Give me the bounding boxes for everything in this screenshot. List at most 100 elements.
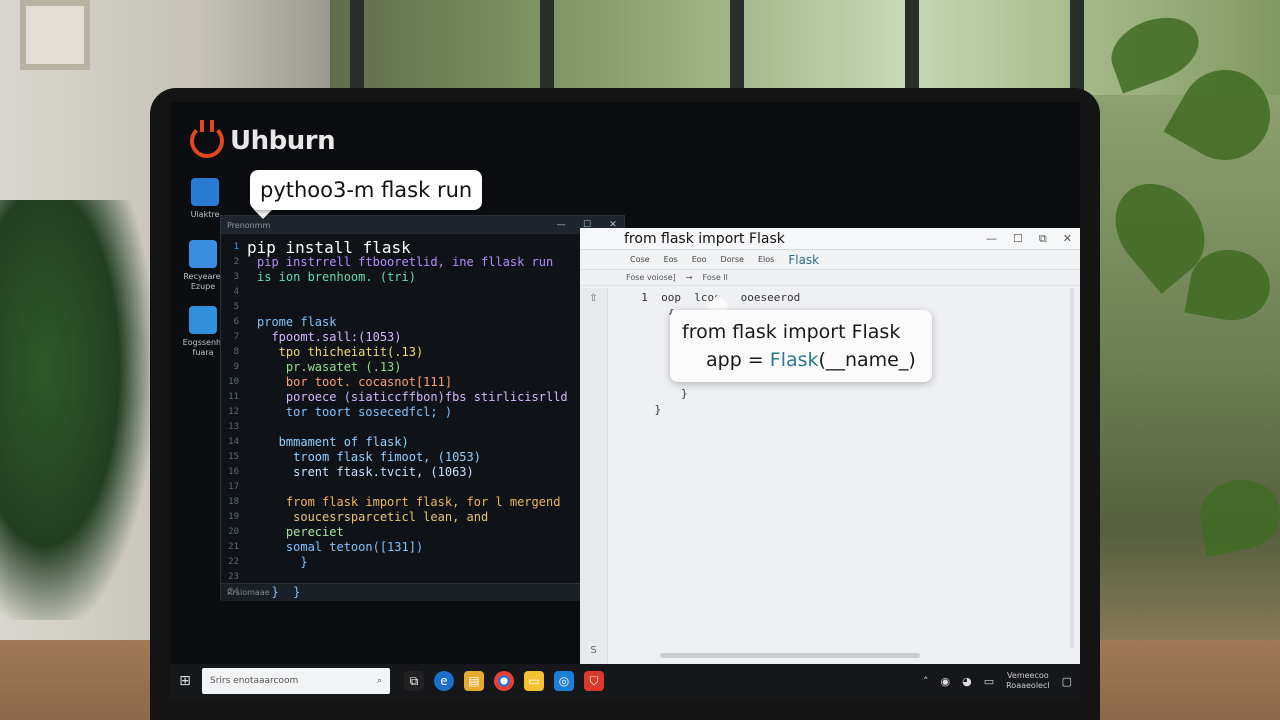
line-number: 13 — [228, 422, 239, 432]
editor-code-line: } — [628, 387, 688, 400]
editor-horizontal-scrollbar[interactable] — [660, 653, 920, 658]
line-number: 19 — [228, 512, 239, 522]
code-line: } } — [257, 585, 301, 599]
laptop-screen: Uhburn Uiaktre Recyearel Ezupe Eogssenhl… — [170, 102, 1080, 698]
line-number: 15 — [228, 452, 239, 462]
brand-name: Uhburn — [230, 126, 336, 156]
sidebar-glyph[interactable] — [580, 420, 607, 442]
terminal-titlebar[interactable]: Prenonmm — ☐ ✕ — [221, 216, 624, 234]
command-callout: pythoo3-m flask run — [250, 170, 483, 210]
restore-icon[interactable]: ⧉ — [1039, 232, 1047, 246]
code-line: is ion brenhoom. (tri) — [257, 270, 416, 284]
menu-item[interactable]: Eoo — [692, 255, 707, 264]
sidebar-glyph[interactable] — [580, 332, 607, 354]
blue-tile-icon — [191, 178, 219, 206]
volume-icon[interactable]: ◕ — [962, 675, 972, 688]
code-line: } — [257, 555, 308, 569]
sidebar-glyph[interactable] — [580, 398, 607, 420]
line-number: 2 — [233, 257, 239, 267]
sidebar-glyph[interactable]: ⇧ — [580, 288, 607, 310]
menu-item[interactable]: Dorse — [721, 255, 744, 264]
line-number: 17 — [228, 482, 239, 492]
sidebar-glyph[interactable] — [580, 486, 607, 508]
line-number: 3 — [233, 272, 239, 282]
folder-icon — [189, 306, 217, 334]
network-icon[interactable]: ◉ — [940, 675, 950, 688]
background-plant — [0, 200, 150, 620]
start-button[interactable]: ⊞ — [170, 673, 200, 689]
desktop-icon-uiaktre[interactable]: Uiaktre — [175, 178, 235, 220]
battery-icon[interactable]: ▭ — [984, 675, 994, 688]
line-number: 18 — [228, 497, 239, 507]
menu-item[interactable]: Eos — [664, 255, 678, 264]
chrome-icon[interactable] — [494, 671, 514, 691]
line-number: 16 — [228, 467, 239, 477]
line-number: 12 — [228, 407, 239, 417]
clock[interactable]: Vemeecoo Roaaeolecl — [1006, 671, 1049, 691]
maximize-icon[interactable]: ☐ — [1013, 232, 1023, 246]
code-line: bor toot. cocasnot[111] — [257, 375, 453, 389]
popup-line-1: from flask import Flask — [682, 321, 901, 343]
sidebar-glyph[interactable] — [580, 530, 607, 552]
terminal-window[interactable]: Prenonmm — ☐ ✕ 1 2 3 4 5 6 7 8 9 10 11 12 13 14 15 16 17… — [220, 215, 625, 601]
shield-icon[interactable]: ⛉ — [584, 671, 604, 691]
line-number: 10 — [228, 377, 239, 387]
editor-menubar: Cose Eos Eoo Dorse Elos Flask — [580, 250, 1080, 270]
line-number: 7 — [233, 332, 239, 342]
notification-icon[interactable]: ▢ — [1062, 675, 1072, 688]
sidebar-glyph[interactable] — [580, 552, 607, 574]
line-number: 11 — [228, 392, 239, 402]
line-number: 4 — [233, 287, 239, 297]
minimize-icon[interactable]: — — [556, 220, 566, 230]
editor-window[interactable]: from flask import Flask — ☐ ⧉ ✕ Cose Eos… — [580, 228, 1080, 698]
sidebar-glyph[interactable] — [580, 574, 607, 596]
edge-icon[interactable]: e — [434, 671, 454, 691]
terminal-code[interactable]: pip install flask pip instrrell ftbooretl… — [247, 240, 610, 600]
sidebar-glyph[interactable] — [580, 442, 607, 464]
menu-item[interactable]: Elos — [758, 255, 774, 264]
sidebar-glyph[interactable] — [580, 376, 607, 398]
line-number: 8 — [233, 347, 239, 357]
code-line: tpo thicheiatit(.13) — [257, 345, 424, 359]
terminal-body[interactable]: 1 2 3 4 5 6 7 8 9 10 11 12 13 14 15 16 17 18 19 20 21 22 23 24 … — [221, 234, 624, 599]
editor-vertical-scrollbar[interactable] — [1070, 288, 1074, 648]
file-explorer-icon[interactable]: ▤ — [464, 671, 484, 691]
sidebar-glyph[interactable] — [580, 310, 607, 332]
editor-titlebar[interactable]: from flask import Flask — ☐ ⧉ ✕ — [580, 228, 1080, 250]
editor-title: from flask import Flask — [624, 230, 785, 247]
taskbar-search[interactable]: Srirs enotaaarcoom ⌕ — [202, 668, 390, 694]
store-icon[interactable]: ◎ — [554, 671, 574, 691]
task-view-icon[interactable]: ⧉ — [404, 671, 424, 691]
toolbar-item[interactable]: Fose voiose] — [626, 273, 676, 282]
folder-icon[interactable]: ▭ — [524, 671, 544, 691]
code-line: pip install flask — [247, 238, 411, 257]
line-number: 24 — [228, 587, 239, 597]
arrow-icon[interactable]: → — [686, 273, 693, 282]
toolbar-item[interactable]: Fose ll — [703, 273, 728, 282]
background-picture-frame — [20, 0, 90, 70]
background-mullion — [905, 0, 919, 95]
taskbar-apps: ⧉ e ▤ ▭ ◎ ⛉ — [404, 671, 604, 691]
minimize-icon[interactable]: — — [986, 232, 997, 246]
sidebar-glyph[interactable] — [580, 508, 607, 530]
menu-item[interactable]: Cose — [630, 255, 650, 264]
sidebar-glyph[interactable] — [580, 354, 607, 376]
code-line: pr.wasatet (.13) — [257, 360, 402, 374]
sidebar-glyph[interactable]: S — [580, 640, 607, 662]
line-number: 14 — [228, 437, 239, 447]
code-line: pereciet — [257, 525, 344, 539]
search-icon: ⌕ — [376, 676, 382, 686]
sidebar-glyph[interactable] — [580, 618, 607, 640]
chevron-up-icon[interactable]: ˄ — [923, 675, 929, 688]
code-line: troom flask fimoot, (1053) — [257, 450, 481, 464]
sidebar-glyph[interactable] — [580, 464, 607, 486]
sidebar-glyph[interactable] — [580, 596, 607, 618]
menu-item-flask[interactable]: Flask — [788, 253, 819, 267]
code-line: somal tetoon([131]) — [257, 540, 424, 554]
close-icon[interactable]: ✕ — [1063, 232, 1072, 246]
line-number-gutter: 1 2 3 4 5 6 7 8 9 10 11 12 13 14 15 16 17 18 19 20 21 22 23 24 — [221, 240, 243, 600]
